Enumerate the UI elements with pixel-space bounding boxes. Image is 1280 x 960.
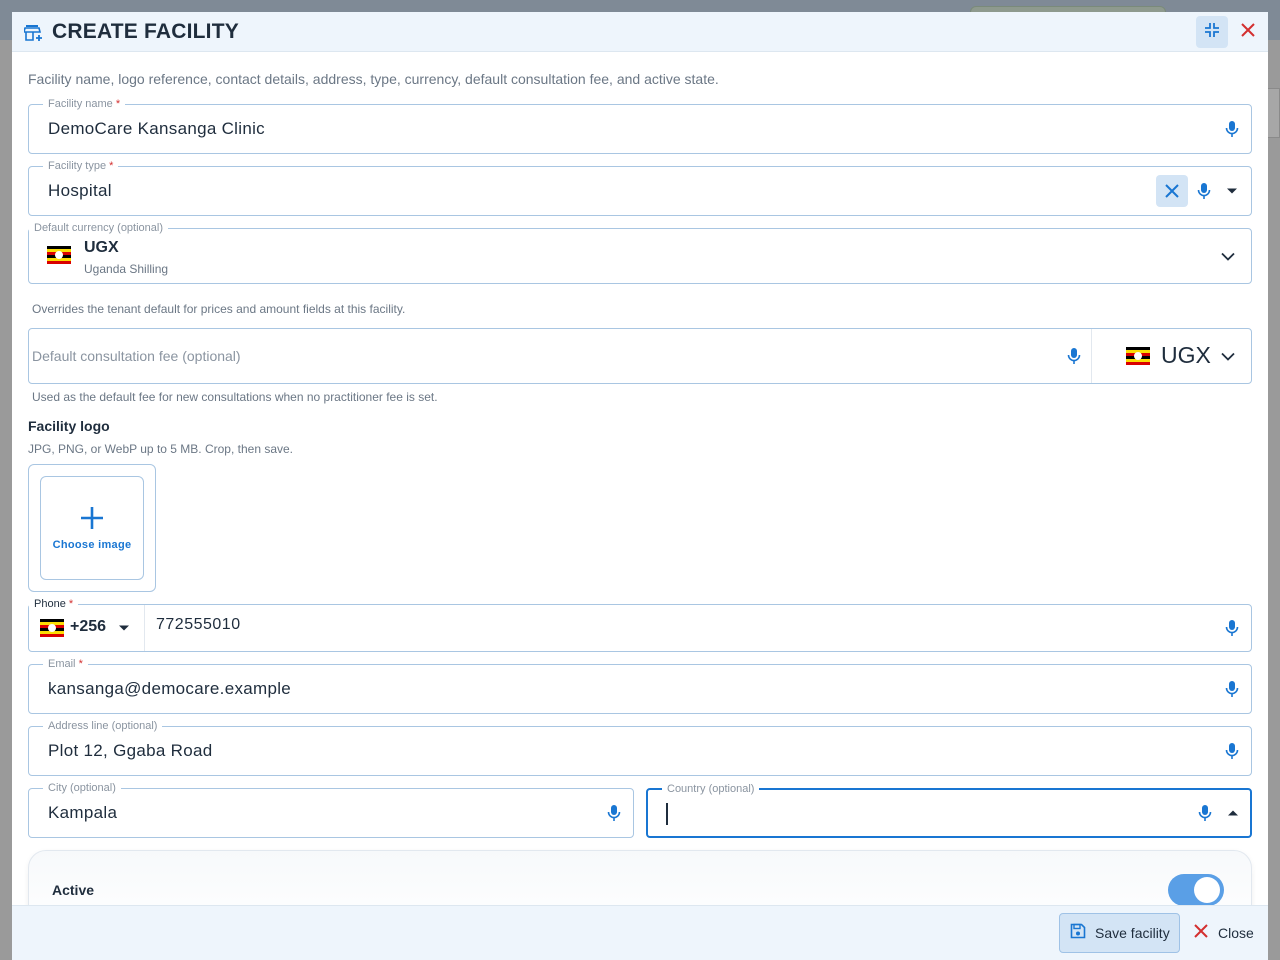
save-facility-label: Save facility (1095, 925, 1170, 941)
facility-type-value[interactable]: Hospital (48, 181, 112, 201)
phone-label: Phone * (29, 597, 79, 611)
collapse-button[interactable] (1196, 16, 1228, 48)
footer-close-label: Close (1218, 925, 1254, 941)
facility-name-label: Facility name * (43, 97, 126, 111)
city-field[interactable]: City (optional) Kampala (28, 781, 634, 838)
chevron-down-icon[interactable] (1216, 244, 1240, 268)
save-facility-button[interactable]: Save facility (1059, 913, 1180, 953)
consultation-fee-helper: Used as the default fee for new consulta… (32, 390, 438, 404)
dialog-close-button[interactable] (1234, 16, 1262, 48)
clear-icon[interactable] (1156, 175, 1188, 207)
dialog-title: CREATE FACILITY (52, 20, 239, 43)
fee-currency-code[interactable]: UGX (1161, 342, 1211, 369)
phone-value[interactable]: 772555010 (156, 616, 241, 634)
background-card (1266, 88, 1280, 138)
country-label: Country (optional) (662, 782, 760, 796)
choose-image-button[interactable]: Choose image (40, 476, 144, 580)
facility-logo-label: Facility logo (28, 418, 110, 434)
chevron-down-icon[interactable] (1216, 344, 1240, 368)
close-icon (1241, 22, 1255, 42)
create-facility-dialog: CREATE FACILITY Facility name, logo refe… (12, 12, 1268, 960)
facility-logo-helper: JPG, PNG, or WebP up to 5 MB. Crop, then… (28, 442, 294, 456)
email-value[interactable]: kansanga@democare.example (48, 679, 291, 699)
country-field[interactable]: Country (optional) (646, 782, 1252, 838)
city-label: City (optional) (43, 781, 121, 795)
close-icon (1194, 923, 1208, 943)
footer-close-button[interactable]: Close (1184, 913, 1268, 953)
default-currency-helper: Overrides the tenant default for prices … (32, 302, 406, 316)
currency-code: UGX (84, 239, 119, 256)
caret-down-icon[interactable] (112, 616, 136, 640)
consultation-fee-field[interactable]: Default consultation fee (optional) UGX (28, 328, 1252, 384)
address-label: Address line (optional) (43, 719, 163, 733)
collapse-icon (1203, 21, 1221, 44)
microphone-icon[interactable] (602, 801, 626, 825)
address-field[interactable]: Address line (optional) Plot 12, Ggaba R… (28, 719, 1252, 776)
city-value[interactable]: Kampala (48, 803, 117, 823)
facility-type-field[interactable]: Facility type * Hospital (28, 159, 1252, 216)
caret-up-icon[interactable] (1221, 801, 1245, 825)
save-icon (1070, 923, 1086, 944)
dial-code[interactable]: +256 (70, 618, 106, 636)
microphone-icon[interactable] (1220, 117, 1244, 141)
microphone-icon[interactable] (1192, 179, 1216, 203)
email-label: Email * (43, 657, 88, 671)
microphone-icon[interactable] (1193, 801, 1217, 825)
logo-upload-area: Choose image (28, 464, 156, 592)
plus-icon (79, 505, 105, 531)
dialog-header: CREATE FACILITY (12, 12, 1268, 52)
facility-name-value[interactable]: DemoCare Kansanga Clinic (48, 119, 265, 139)
currency-name: Uganda Shilling (84, 262, 169, 276)
phone-field[interactable]: Phone * +256 772555010 (28, 597, 1252, 652)
toggle-knob (1194, 877, 1220, 903)
text-cursor (666, 803, 668, 825)
microphone-icon[interactable] (1220, 677, 1244, 701)
default-currency-label: Default currency (optional) (29, 221, 169, 235)
consultation-fee-placeholder: Default consultation fee (optional) (32, 348, 241, 364)
microphone-icon[interactable] (1220, 616, 1244, 640)
phone-divider (144, 605, 145, 651)
active-toggle[interactable] (1168, 874, 1224, 906)
address-value[interactable]: Plot 12, Ggaba Road (48, 741, 212, 761)
active-label: Active (52, 882, 95, 898)
choose-image-label: Choose image (52, 539, 132, 551)
fee-divider (1091, 329, 1092, 383)
microphone-icon[interactable] (1062, 344, 1086, 368)
uganda-flag-icon (47, 246, 71, 264)
uganda-flag-icon (40, 619, 64, 637)
caret-down-icon[interactable] (1220, 179, 1244, 203)
facility-type-label: Facility type * (43, 159, 119, 173)
dialog-description: Facility name, logo reference, contact d… (28, 71, 719, 87)
uganda-flag-icon (1126, 347, 1150, 365)
email-field[interactable]: Email * kansanga@democare.example (28, 657, 1252, 714)
facility-name-field[interactable]: Facility name * DemoCare Kansanga Clinic (28, 97, 1252, 154)
dialog-footer: Save facility Close (12, 905, 1268, 960)
default-currency-field[interactable]: Default currency (optional) UGX Uganda S… (28, 221, 1252, 284)
store-add-icon (22, 23, 44, 43)
microphone-icon[interactable] (1220, 739, 1244, 763)
dialog-body: Facility name, logo reference, contact d… (12, 53, 1268, 930)
